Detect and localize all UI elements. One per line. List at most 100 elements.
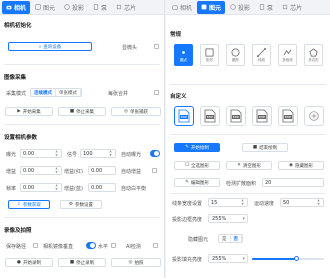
button-label: 停止录制: [76, 260, 95, 266]
photo-button[interactable]: ◎ 拍照: [111, 258, 161, 267]
stepper-icon[interactable]: ▲ ▼: [54, 149, 59, 157]
line-width-input[interactable]: 15 ▲ ▼: [208, 198, 248, 207]
single-capture-button[interactable]: ◎ 单张捕获: [111, 107, 161, 116]
mode-single[interactable]: 单张模式: [56, 89, 81, 96]
button-label: 结束绘制: [259, 145, 278, 151]
custom-bmp-4[interactable]: BMP: [252, 106, 272, 126]
hide-option-yes[interactable]: 是: [219, 235, 231, 242]
start-draw-button[interactable]: ✎ 开始绘制: [174, 143, 220, 152]
param-get-button[interactable]: ⇩ 参数获取: [8, 200, 50, 209]
button-label: 清空图形: [242, 163, 261, 169]
capture-mode-label: 采集模式: [6, 91, 27, 97]
tab-pump[interactable]: 泵: [255, 1, 277, 14]
bmp-file-icon: BMP: [256, 109, 268, 123]
start-capture-button[interactable]: ▶ 开始采集: [5, 107, 53, 116]
square-icon: [205, 48, 214, 56]
stepper-icon[interactable]: ▲ ▼: [240, 198, 245, 206]
shape-circle[interactable]: 圆形: [226, 44, 245, 66]
tab-label: 泵: [101, 4, 108, 12]
divider: [170, 84, 326, 85]
tab-chip[interactable]: 芯片: [278, 1, 306, 14]
section-title: 常规: [170, 32, 182, 38]
ai-detect-checkbox[interactable]: [153, 243, 158, 248]
flip-h-checkbox[interactable]: [111, 243, 116, 248]
shape-rectangle[interactable]: 矩形: [200, 44, 219, 66]
tab-projection[interactable]: 投影: [226, 1, 254, 14]
bmp-file-icon: BMP: [178, 109, 190, 123]
gain-r-label: 增益(红): [64, 169, 83, 175]
eye-icon: ◉: [289, 163, 293, 168]
custom-bmp-3[interactable]: BMP: [226, 106, 246, 126]
button-label: 单张捕获: [129, 109, 148, 115]
select-all-button[interactable]: ☐ 全选图形: [174, 161, 220, 170]
divider: [4, 217, 160, 218]
flip-h-label: 水平: [98, 244, 109, 250]
tab-chip[interactable]: 芯片: [112, 1, 140, 14]
trash-icon: ✕: [237, 163, 241, 168]
bmp-file-icon: BMP: [204, 109, 216, 123]
button-label: 开始录制: [22, 260, 41, 266]
shapes-panel: 相机 图元 投影 泵 芯片 常规 圆点 矩形 圆形 线段 多段线 多边形 自定义…: [166, 0, 330, 278]
capture-mode-selector[interactable]: 连续模式 单张模式: [30, 88, 82, 97]
start-record-button[interactable]: ● 开始录制: [5, 258, 53, 267]
auto-exposure-toggle[interactable]: [150, 150, 160, 157]
custom-bmp-2[interactable]: BMP: [200, 106, 220, 126]
gain-input[interactable]: 0.00 ▲ ▼: [20, 166, 62, 175]
dot-icon: [182, 50, 185, 54]
signal-label: 信号: [67, 152, 78, 158]
framerate-input[interactable]: 0.00 ▲ ▼: [20, 183, 62, 192]
finish-draw-button[interactable]: ■ 结束绘制: [242, 143, 288, 152]
stepper-icon[interactable]: ▲ ▼: [54, 166, 59, 174]
fill-brightness-select[interactable]: 255% ▾: [208, 254, 248, 263]
tab-shapes[interactable]: 图元: [31, 1, 59, 14]
shapes-icon: [35, 4, 41, 10]
save-path-label: 保存路径: [6, 244, 27, 250]
custom-add-button[interactable]: [304, 106, 324, 126]
stepper-icon[interactable]: ▲ ▼: [54, 183, 59, 191]
border-brightness-select[interactable]: 255% ▾: [208, 214, 248, 223]
gain-b-input[interactable]: 0.00: [88, 183, 116, 192]
hide-all-button[interactable]: ◉ 隐藏图形: [278, 161, 324, 170]
hide-option-no[interactable]: 否: [231, 235, 242, 242]
stepper-icon[interactable]: ▲ ▼: [316, 198, 321, 206]
tab-pump[interactable]: 泵: [89, 1, 111, 14]
shape-line[interactable]: 线段: [252, 44, 271, 66]
param-set-button[interactable]: ⚙ 参数设置: [60, 200, 102, 209]
tab-shapes[interactable]: 图元: [197, 0, 226, 14]
mode-continuous[interactable]: 连续模式: [31, 89, 56, 96]
stop-record-button[interactable]: ■ 停止录制: [58, 258, 106, 267]
search-device-button[interactable]: ⌕ 查询设备: [8, 42, 92, 51]
pump-icon: [259, 4, 265, 10]
fill-brightness-slider-thumb[interactable]: [294, 256, 300, 261]
custom-bmp-1[interactable]: BMP: [174, 106, 194, 126]
check-scale-input[interactable]: 20: [262, 178, 324, 187]
hide-shape-selector[interactable]: 是 否: [218, 234, 243, 243]
debug-checkbox[interactable]: [154, 44, 159, 49]
exposure-input[interactable]: 0.00 ▲ ▼: [20, 149, 62, 158]
auto-gain-checkbox[interactable]: [152, 168, 157, 173]
speed-input[interactable]: 50 ▲ ▼: [280, 198, 324, 207]
stepper-icon[interactable]: ▲ ▼: [108, 149, 113, 157]
input-value: 50: [283, 199, 290, 206]
record-icon: ●: [17, 260, 21, 265]
clear-all-button[interactable]: ✕ 清空图形: [226, 161, 272, 170]
tab-projection[interactable]: 投影: [60, 1, 88, 14]
polygon-icon: [309, 47, 318, 56]
gain-r-input[interactable]: 0.00: [88, 166, 116, 175]
merge-checkbox[interactable]: [154, 90, 159, 95]
custom-bmp-5[interactable]: BMP: [278, 106, 298, 126]
edit-graphic-button[interactable]: ✎ 编辑图形: [174, 178, 220, 187]
input-value: 0.00: [23, 150, 35, 157]
tab-camera[interactable]: 相机: [168, 1, 196, 14]
tab-label: 芯片: [124, 4, 137, 12]
shape-dot[interactable]: 圆点: [174, 44, 193, 66]
init-section-title: 相机初始化: [4, 21, 160, 29]
mirror-toggle[interactable]: [86, 242, 96, 249]
stop-capture-button[interactable]: ■ 停止采集: [58, 107, 106, 116]
download-icon: ⇩: [17, 202, 21, 207]
signal-input[interactable]: 100 ▲ ▼: [80, 149, 116, 158]
shape-polygon[interactable]: 多边形: [304, 44, 323, 66]
save-path-checkbox[interactable]: [33, 243, 38, 248]
tab-camera[interactable]: 相机: [2, 0, 31, 14]
shape-polyline[interactable]: 多段线: [278, 44, 297, 66]
